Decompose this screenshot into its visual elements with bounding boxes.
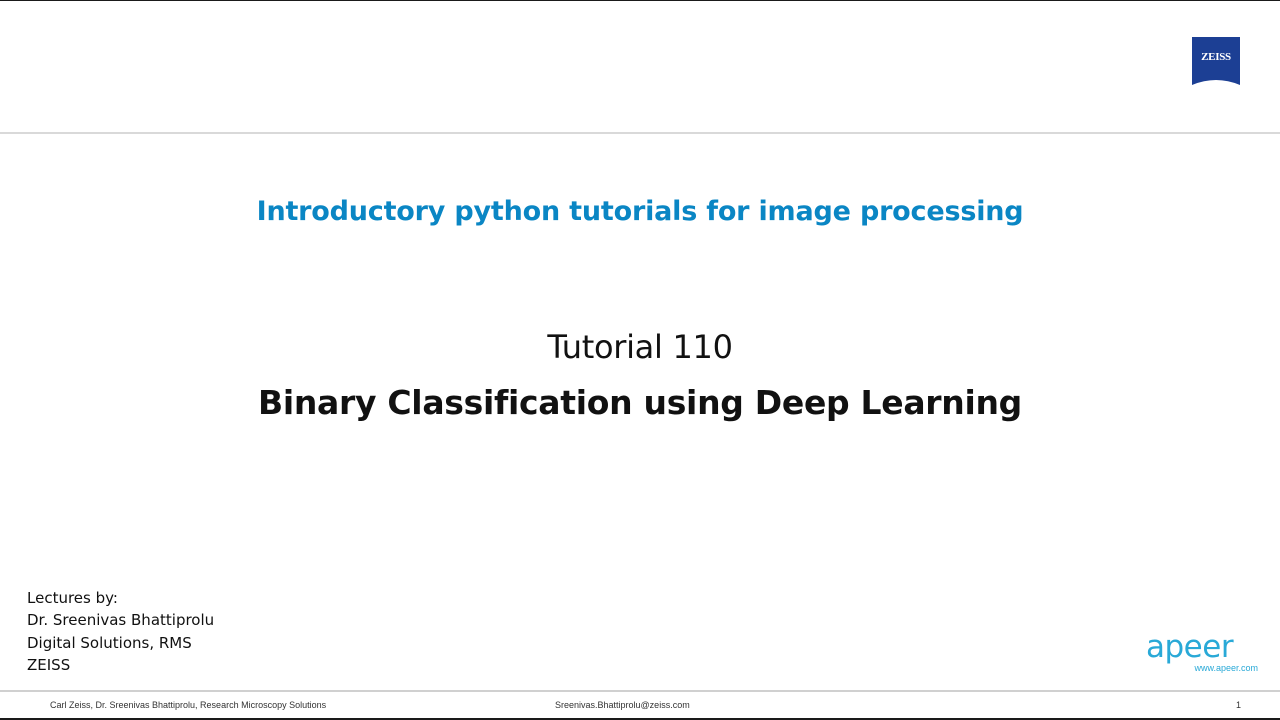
credits-line: Digital Solutions, RMS	[27, 633, 192, 652]
slide-subtitle: Introductory python tutorials for image …	[256, 196, 1024, 227]
top-border	[0, 0, 1280, 1]
apeer-logo-text: apeer	[1146, 629, 1234, 665]
tutorial-number: Tutorial 110	[547, 328, 733, 366]
footer-email: Sreenivas.Bhattiprolu@zeiss.com	[555, 700, 690, 710]
footer-divider	[0, 690, 1280, 692]
zeiss-logo-text: ZEISS	[1201, 51, 1231, 63]
credits-line: ZEISS	[27, 655, 71, 674]
lecture-credits: Lectures by: Dr. Sreenivas Bhattiprolu D…	[27, 587, 214, 676]
page-number: 1	[1236, 700, 1242, 710]
slide-title: Binary Classification using Deep Learnin…	[257, 383, 1023, 422]
credits-line: Lectures by:	[27, 589, 118, 607]
apeer-url: www.apeer.com	[1194, 663, 1258, 673]
apeer-logo: apeer www.apeer.com	[1146, 630, 1262, 674]
credits-line: Dr. Sreenivas Bhattiprolu	[27, 611, 215, 630]
footer-author: Carl Zeiss, Dr. Sreenivas Bhattiprolu, R…	[50, 700, 327, 710]
zeiss-logo: ZEISS	[1192, 37, 1240, 85]
header-divider	[0, 132, 1280, 134]
